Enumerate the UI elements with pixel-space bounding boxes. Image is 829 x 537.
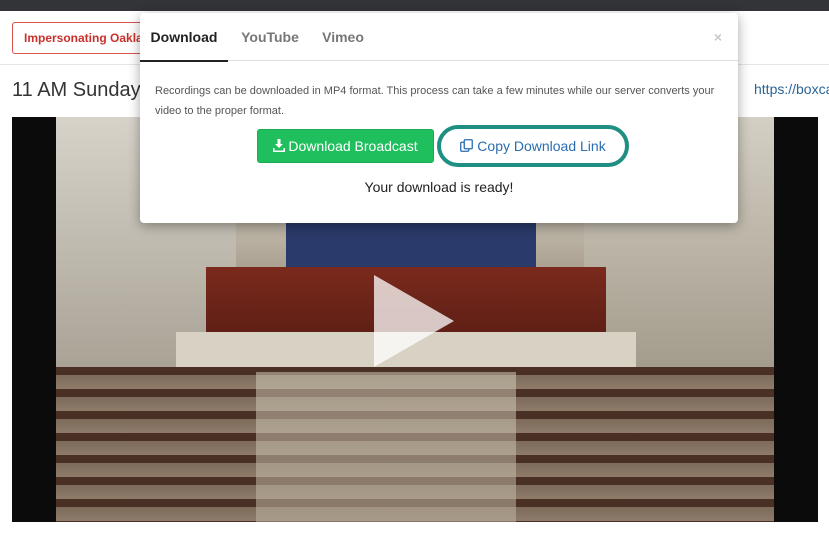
download-status: Your download is ready! [364, 179, 514, 195]
copy-download-link-label: Copy Download Link [477, 138, 606, 154]
download-icon [273, 139, 286, 152]
copy-icon [460, 139, 474, 152]
close-icon[interactable]: × [714, 29, 722, 45]
top-nav-bar [0, 0, 829, 11]
download-broadcast-button[interactable]: Download Broadcast [257, 129, 434, 163]
modal-tabs: Download YouTube Vimeo × [140, 13, 738, 62]
download-broadcast-label: Download Broadcast [288, 138, 418, 154]
download-modal: Download YouTube Vimeo × Recordings can … [140, 13, 738, 223]
tab-vimeo[interactable]: Vimeo [314, 13, 372, 61]
broadcast-link[interactable]: https://boxcast [754, 81, 829, 97]
tab-download[interactable]: Download [140, 13, 228, 62]
copy-download-link-button[interactable]: Copy Download Link [437, 125, 629, 167]
play-icon[interactable] [374, 275, 454, 367]
event-title: 11 AM Sunday [12, 79, 141, 101]
download-description: Recordings can be downloaded in MP4 form… [155, 85, 715, 117]
tab-youtube[interactable]: YouTube [236, 13, 304, 61]
